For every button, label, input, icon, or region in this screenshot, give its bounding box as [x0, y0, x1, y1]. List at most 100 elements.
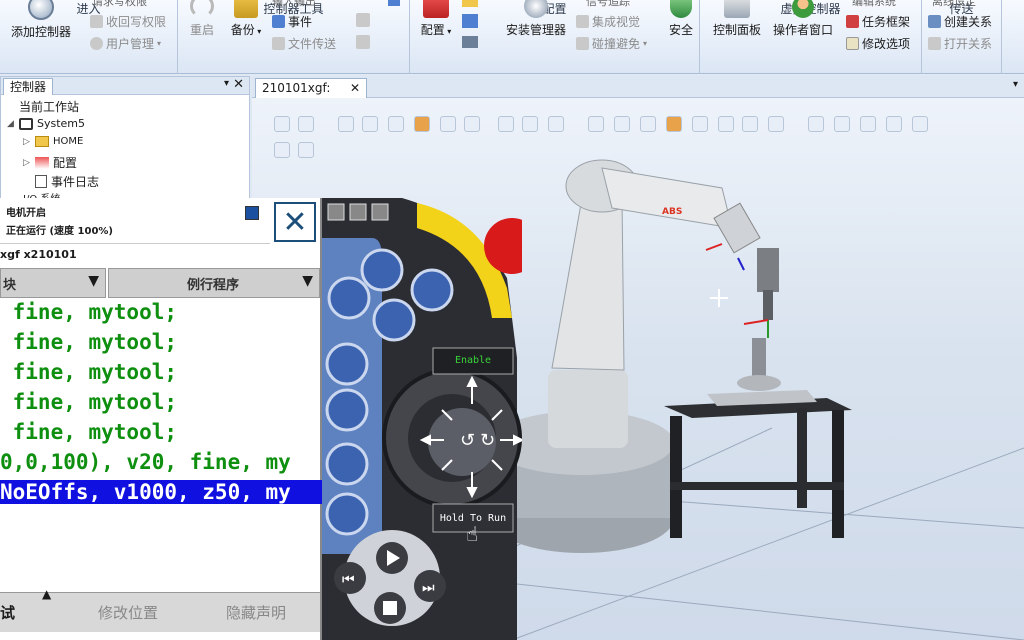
- status-bar: 电机开启 正在运行 (速度 100%): [0, 198, 270, 244]
- programmable-key-1[interactable]: [360, 248, 404, 292]
- window-restore-icon[interactable]: [327, 203, 345, 221]
- tree-item-home-label: HOME: [53, 136, 84, 147]
- restart-button[interactable]: 重启: [182, 0, 222, 38]
- code-line[interactable]: fine, mytool;: [0, 390, 177, 414]
- config-icon: [35, 156, 49, 169]
- rotate-ccw-icon: ↺: [460, 430, 475, 451]
- tab-view1[interactable]: 210101xgf:视图1 ✕: [255, 78, 367, 111]
- controller-panel-header: 控制器 ▾ ✕: [1, 77, 249, 95]
- increment-button[interactable]: [325, 492, 369, 536]
- close-window-button[interactable]: ✕: [274, 202, 316, 242]
- table-leg: [797, 408, 807, 508]
- collision-avoid-button[interactable]: 碰撞避免 ▾: [576, 35, 647, 52]
- control-panel-label: 控制面板: [712, 23, 761, 37]
- routine-dropdown[interactable]: 例行程序 ▼: [108, 268, 320, 298]
- task-frame-button[interactable]: 任务框架: [846, 13, 910, 30]
- control-panel-button[interactable]: 控制面板: [708, 0, 766, 38]
- install-manager-button[interactable]: 安装管理器: [498, 0, 574, 38]
- tree-item-home[interactable]: ▷ HOME: [23, 136, 83, 147]
- config-label: 配置: [420, 23, 445, 37]
- controller-icon: [19, 117, 33, 130]
- pendant-controls: ↺ ↻ ⏮ ⏭: [322, 198, 522, 640]
- add-controller-label: 添加控制器: [10, 25, 71, 39]
- document-tabs: 210101xgf:视图1 ✕ ▾: [252, 76, 1024, 111]
- collapse-icon[interactable]: ◢: [7, 119, 15, 129]
- edit-system-button[interactable]: 编辑系统: [852, 0, 896, 8]
- code-line[interactable]: fine, mytool;: [0, 420, 177, 444]
- code-line[interactable]: fine, mytool;: [0, 330, 177, 354]
- integrated-vision-button[interactable]: 集成视觉: [576, 13, 640, 30]
- add-controller-button[interactable]: 添加控制器: [4, 0, 78, 40]
- robot-lower-arm: [551, 197, 625, 371]
- file-transfer-button[interactable]: 文件传送: [272, 35, 336, 52]
- grid-icon[interactable]: [462, 36, 478, 48]
- create-relation-label: 创建关系: [944, 15, 993, 29]
- code-line[interactable]: fine, mytool;: [0, 300, 177, 324]
- debug-button[interactable]: 试: [0, 602, 15, 623]
- linear-reorient-button[interactable]: [325, 388, 369, 432]
- tree-item-system-label: System5: [37, 117, 86, 130]
- request-write-button[interactable]: 请求写权限: [92, 0, 147, 8]
- modify-position-button[interactable]: 修改位置: [98, 602, 158, 623]
- events-button[interactable]: 事件: [272, 13, 312, 30]
- window-close-icon[interactable]: [371, 203, 389, 221]
- abs-logo: ABS: [662, 207, 682, 217]
- monitor-icon[interactable]: [356, 13, 370, 27]
- robot-body: [548, 370, 628, 448]
- create-relation-button[interactable]: 创建关系: [928, 13, 992, 30]
- open-relation-button[interactable]: 打开关系: [928, 35, 992, 52]
- code-line-selected[interactable]: NoEOffs, v1000, z50, my: [0, 480, 322, 504]
- group-transfer: 离线设定 创建关系 打开关系 传送: [922, 0, 1002, 74]
- vision-icon: [576, 15, 589, 28]
- io-button[interactable]: 输入输出: [272, 0, 316, 8]
- config-button[interactable]: 配置 ▾: [414, 0, 458, 38]
- code-line[interactable]: fine, mytool;: [0, 360, 177, 384]
- panel-close-icon[interactable]: ✕: [233, 77, 244, 92]
- module-dropdown[interactable]: 块 ▼: [0, 268, 106, 298]
- tree-item-system[interactable]: ◢ System5: [7, 117, 85, 130]
- hide-declarations-button[interactable]: 隐藏声明: [226, 602, 286, 623]
- table-rail: [670, 482, 844, 490]
- tab-controller[interactable]: 控制器: [3, 78, 54, 95]
- install-manager-label: 安装管理器: [505, 23, 566, 37]
- lock-icon: [90, 15, 103, 28]
- operator-window-button[interactable]: 操作者窗口: [768, 0, 838, 38]
- tree-item-config[interactable]: ▷ 配置: [23, 154, 77, 171]
- axis-1-3-button[interactable]: [325, 442, 369, 486]
- revoke-write-button[interactable]: 收回写权限: [90, 13, 166, 30]
- ribbon: 添加控制器 请求写权限 收回写权限 用户管理 ▾ 进入 重启 备份 ▾ 输入输出 …: [0, 0, 1024, 74]
- programmable-key-4[interactable]: [372, 298, 416, 342]
- routine-dropdown-label: 例行程序: [187, 278, 240, 293]
- module-name: xgf x210101: [0, 248, 77, 261]
- tree-item-event-log[interactable]: 事件日志: [35, 173, 99, 190]
- offline-settings-button[interactable]: 离线设定: [932, 0, 976, 8]
- expand-icon[interactable]: ▷: [23, 137, 31, 147]
- backup-button[interactable]: 备份 ▾: [226, 0, 266, 38]
- mechanical-unit-button[interactable]: [325, 342, 369, 386]
- programmable-key-3[interactable]: [410, 268, 454, 312]
- programmable-key-2[interactable]: [327, 276, 371, 320]
- down-arrow-icon[interactable]: [388, 0, 400, 6]
- user-manage-button[interactable]: 用户管理 ▾: [90, 35, 161, 52]
- group-virtual-controller: 控制面板 操作者窗口 编辑系统 任务框架 修改选项 虚拟控制器: [700, 0, 922, 74]
- expand-icon[interactable]: ▷: [23, 158, 31, 168]
- tab-close-icon[interactable]: ✕: [350, 81, 360, 96]
- modify-options-button[interactable]: 修改选项: [846, 35, 910, 52]
- folder-icon: [35, 136, 49, 147]
- safety-button[interactable]: 安全: [664, 0, 698, 38]
- panel-menu-icon[interactable]: ▾: [224, 78, 229, 89]
- signal-trace-button[interactable]: 信号追踪: [586, 0, 630, 8]
- user-manage-label: 用户管理: [106, 37, 155, 51]
- config-icon: [423, 0, 449, 18]
- revoke-write-label: 收回写权限: [106, 15, 167, 29]
- speed-icon[interactable]: [245, 206, 259, 220]
- tree-item-station[interactable]: 当前工作站: [19, 98, 79, 115]
- controller-panel: 控制器 ▾ ✕ 当前工作站 ◢System5 ▷HOME ▷配置 事件日志 I/…: [0, 76, 250, 204]
- tabs-menu-icon[interactable]: ▾: [1013, 79, 1018, 90]
- properties-icon[interactable]: [356, 35, 370, 49]
- code-line[interactable]: 0,0,100), v20, fine, my: [0, 450, 291, 474]
- window-minimize-icon[interactable]: [349, 203, 367, 221]
- task-frame-label: 任务框架: [862, 15, 911, 29]
- properties-icon[interactable]: [462, 14, 478, 28]
- folder-icon[interactable]: [462, 0, 478, 7]
